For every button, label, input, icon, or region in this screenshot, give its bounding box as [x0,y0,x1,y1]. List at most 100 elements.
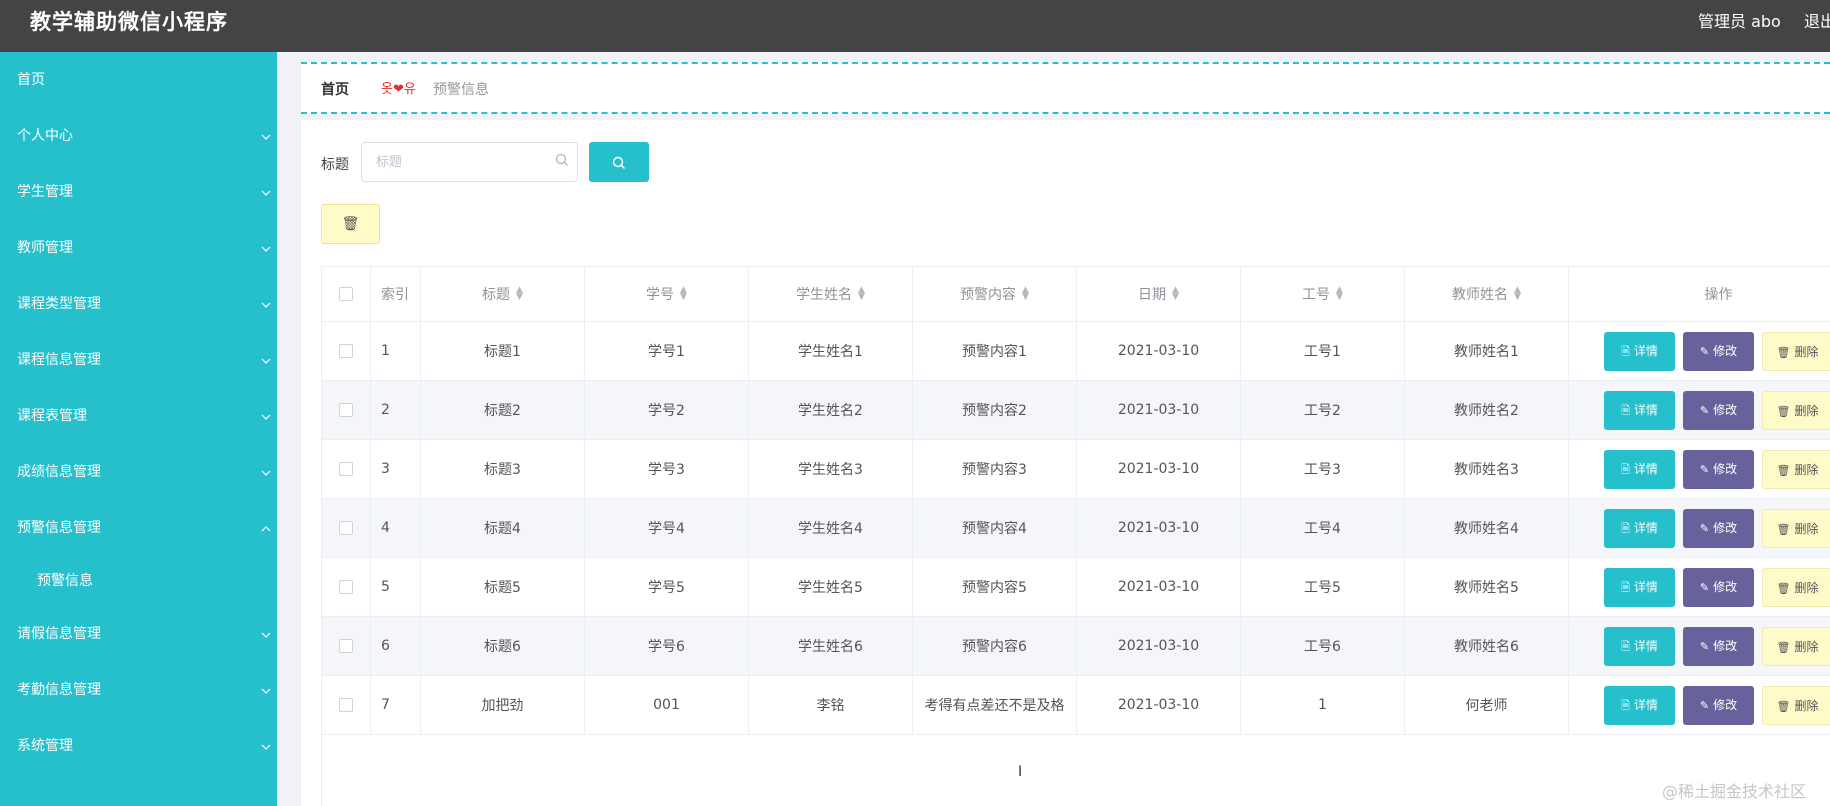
detail-button[interactable]: 🗎 详情 [1604,508,1675,548]
column-header[interactable]: 工号 ▲ ▼ [1241,267,1405,321]
text-cursor: Ι [1018,764,1023,780]
delete-button[interactable]: 🗑 删除 [1762,331,1830,371]
content-panel: 标题 🗑 索引 标题 ▲▼ 学号 ▲▼ 学生姓名 ▲▼ 预警内容 ▲▼ 日期 ▲▼ 工号 ▲▼ 教师姓名 ▲… [301,120,1830,806]
breadcrumb: 首页 옷❤유 预警信息 [301,62,1830,114]
table-cell-date: 2021-03-10 [1077,322,1241,380]
table-cell-student-no: 学号2 [585,381,749,439]
table-cell-content: 预警内容3 [913,440,1077,498]
sidebar-item[interactable]: 成绩信息管理 [0,444,277,500]
delete-label: 删除 [1794,580,1819,595]
table-cell-student-no: 学号4 [585,499,749,557]
detail-button[interactable]: 🗎 详情 [1604,390,1675,430]
delete-button[interactable]: 🗑 删除 [1762,390,1830,430]
sidebar-item[interactable]: 课程表管理 [0,388,277,444]
column-header[interactable]: 日期 ▲ ▼ [1077,267,1241,321]
sidebar-item[interactable]: 系统管理 [0,718,277,774]
sidebar-item-label: 课程类型管理 [17,296,101,312]
sidebar-item[interactable]: 课程类型管理 [0,276,277,332]
row-checkbox-cell [322,381,371,439]
edit-label: 修改 [1713,638,1738,653]
table-row: 1 标题1 学号1 学生姓名1 预警内容1 2021-03-10 工号1 教师姓名1 🗎 详情 ✎ 修… [322,322,1830,381]
table-row: 4 标题4 学号4 学生姓名4 预警内容4 2021-03-10 工号4 教师姓名4 🗎 详情 ✎ 修… [322,499,1830,558]
table-cell-staff-no: 工号6 [1241,617,1405,675]
edit-button[interactable]: ✎ 修改 [1683,390,1754,430]
search-label: 标题 [321,157,349,173]
delete-button[interactable]: 🗑 删除 [1762,685,1830,725]
column-header[interactable]: 教师姓名 ▲ ▼ [1405,267,1569,321]
sort-icon[interactable]: ▲ ▼ [1172,286,1179,302]
edit-button[interactable]: ✎ 修改 [1683,567,1754,607]
edit-button[interactable]: ✎ 修改 [1683,449,1754,489]
edit-button[interactable]: ✎ 修改 [1683,508,1754,548]
column-header: 操作 [1569,267,1830,321]
sidebar-item[interactable]: 首页 [0,52,277,108]
table-cell-title: 标题5 [421,558,585,616]
search-button[interactable] [589,142,649,182]
column-header[interactable]: 学号 ▲ ▼ [585,267,749,321]
batch-delete-button[interactable]: 🗑 [321,204,380,244]
row-checkbox[interactable] [339,521,353,535]
delete-label: 删除 [1794,639,1819,654]
sidebar-item[interactable]: 学生管理 [0,164,277,220]
row-checkbox-cell [322,499,371,557]
row-checkbox[interactable] [339,639,353,653]
delete-label: 删除 [1794,521,1819,536]
column-header-label: 操作 [1704,287,1733,303]
table-cell-staff-no: 工号4 [1241,499,1405,557]
table-row: 7 加把劲 001 李铭 考得有点差还不是及格 2021-03-10 1 何老师 🗎 详情 ✎ 修改 🗑… [322,676,1830,735]
search-box[interactable] [361,142,578,182]
column-header[interactable]: 学生姓名 ▲ ▼ [749,267,913,321]
breadcrumb-home[interactable]: 首页 [321,79,349,99]
row-checkbox[interactable] [339,344,353,358]
column-header[interactable]: 预警内容 ▲ ▼ [913,267,1077,321]
column-header-label: 教师姓名 [1452,287,1509,303]
table-cell-index: 5 [371,558,421,616]
sort-icon[interactable]: ▲ ▼ [1022,286,1029,302]
detail-button[interactable]: 🗎 详情 [1604,331,1675,371]
sidebar-item[interactable]: 预警信息管理 [0,500,277,556]
sidebar-item[interactable]: 课程信息管理 [0,332,277,388]
document-icon: 🗎 [1621,403,1630,417]
column-header-label: 日期 [1138,287,1167,303]
row-checkbox[interactable] [339,462,353,476]
sidebar-item[interactable]: 教师管理 [0,220,277,276]
sidebar-item[interactable]: 考勤信息管理 [0,662,277,718]
delete-button[interactable]: 🗑 删除 [1762,508,1830,548]
edit-button[interactable]: ✎ 修改 [1683,626,1754,666]
table-cell-date: 2021-03-10 [1077,381,1241,439]
row-checkbox-cell [322,558,371,616]
detail-button[interactable]: 🗎 详情 [1604,567,1675,607]
select-all-checkbox[interactable] [339,287,353,301]
detail-button[interactable]: 🗎 详情 [1604,449,1675,489]
delete-button[interactable]: 🗑 删除 [1762,567,1830,607]
table-cell-student-name: 学生姓名4 [749,499,913,557]
row-checkbox[interactable] [339,698,353,712]
edit-button[interactable]: ✎ 修改 [1683,685,1754,725]
sidebar-item-label: 个人中心 [17,128,73,144]
sidebar-item-label: 课程表管理 [17,408,87,424]
document-icon: 🗎 [1621,344,1630,358]
sidebar-item[interactable]: 请假信息管理 [0,606,277,662]
sort-icon[interactable]: ▲ ▼ [1336,286,1343,302]
sort-icon[interactable]: ▲ ▼ [1514,286,1521,302]
column-header[interactable]: 标题 ▲ ▼ [421,267,585,321]
search-input[interactable] [376,152,536,172]
delete-button[interactable]: 🗑 删除 [1762,626,1830,666]
detail-button[interactable]: 🗎 详情 [1604,626,1675,666]
edit-button[interactable]: ✎ 修改 [1683,331,1754,371]
logout-link[interactable]: 退出 [1804,8,1830,32]
table-cell-title: 标题6 [421,617,585,675]
top-bar: 教学辅助微信小程序 管理员 abo 退出 [0,0,1830,52]
sort-icon[interactable]: ▲ ▼ [858,286,865,302]
sidebar-item[interactable]: 个人中心 [0,108,277,164]
row-checkbox[interactable] [339,580,353,594]
sidebar-subitem-warning-info[interactable]: 预警信息 [0,556,277,606]
delete-button[interactable]: 🗑 删除 [1762,449,1830,489]
sort-icon[interactable]: ▲ ▼ [516,286,523,302]
column-header-label: 预警内容 [960,287,1017,303]
table-header: 索引 标题 ▲ ▼ 学号 ▲ ▼ 学生姓名 ▲ ▼ 预警内容 ▲ ▼ 日期 ▲ ▼ 工号 ▲ ▼ 教师姓名 ▲ ▼ 操作 [322,267,1830,322]
sort-icon[interactable]: ▲ ▼ [680,286,687,302]
row-checkbox[interactable] [339,403,353,417]
detail-button[interactable]: 🗎 详情 [1604,685,1675,725]
actions-cell: 🗎 详情 ✎ 修改 🗑 删除 [1569,676,1830,734]
